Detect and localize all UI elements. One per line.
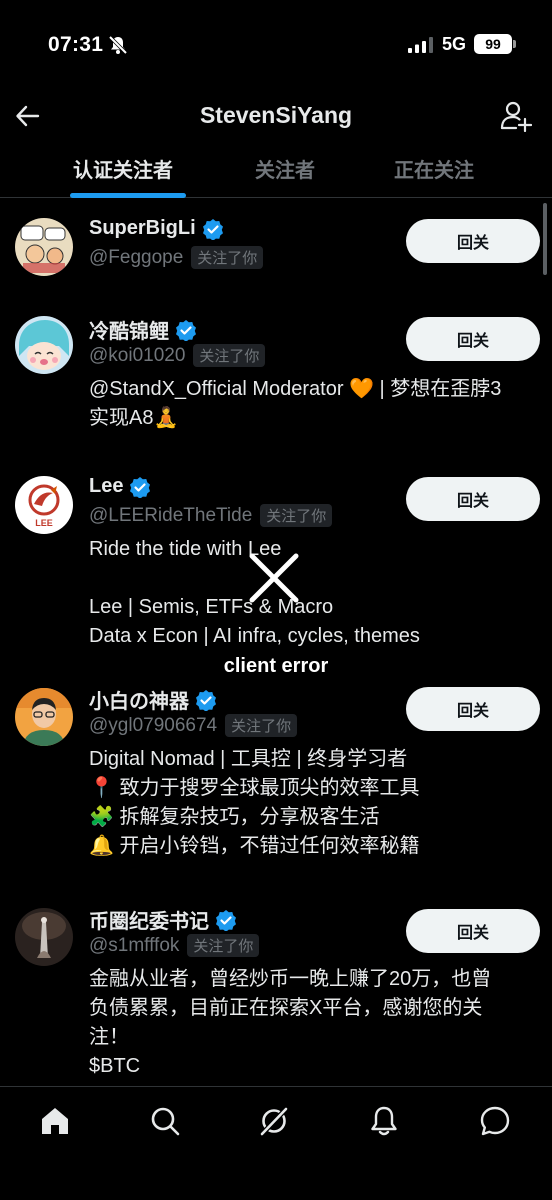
user-handle-row: @LEERideTheTide 关注了你 <box>89 504 333 527</box>
user-name-row: 小白の神器 <box>89 685 217 714</box>
status-time: 07:31 <box>48 33 104 56</box>
page-title: StevenSiYang <box>199 102 353 128</box>
follows-you-badge: 关注了你 <box>193 344 266 367</box>
verified-badge-icon <box>130 476 151 498</box>
verified-badge-icon <box>196 689 216 711</box>
user-name-row: Lee <box>89 475 151 498</box>
avatar[interactable] <box>15 688 73 746</box>
signal-icon <box>408 37 433 53</box>
follow-back-button[interactable]: 回关 <box>406 317 540 361</box>
scrollbar[interactable] <box>543 203 547 275</box>
network-type: 5G <box>442 34 467 54</box>
avatar[interactable] <box>15 908 73 966</box>
list-item[interactable]: 冷酷锦鲤 @koi01020 关注了你 @StandX_Official Mod… <box>0 299 552 459</box>
list-item[interactable]: SuperBigLi @Feggope 关注了你 回关 <box>0 199 552 299</box>
tab-following[interactable]: 正在关注 <box>394 154 474 183</box>
user-name: Lee <box>89 475 124 497</box>
grok-icon[interactable] <box>258 1105 290 1137</box>
tab-followers[interactable]: 关注者 <box>255 154 315 183</box>
add-user-icon[interactable] <box>500 100 532 132</box>
follow-back-button[interactable]: 回关 <box>406 909 540 953</box>
user-bio: Digital Nomad | 工具控 | 终身学习者 📍 致力于搜罗全球最顶尖… <box>89 748 420 857</box>
verified-badge-icon <box>176 319 196 341</box>
user-handle-row: @Feggope 关注了你 <box>89 246 264 269</box>
user-bio: Ride the tide with Lee Lee | Semis, ETFs… <box>89 538 420 647</box>
bottom-nav <box>0 1086 552 1200</box>
user-handle: @s1mfffok <box>89 934 180 956</box>
user-handle-row: @ygl07906674 关注了你 <box>89 714 298 737</box>
messages-icon[interactable] <box>479 1105 511 1137</box>
follow-back-button[interactable]: 回关 <box>406 477 540 521</box>
avatar[interactable] <box>15 218 73 276</box>
user-name: 小白の神器 <box>89 691 189 713</box>
user-name-row: 币圈纪委书记 <box>89 905 237 934</box>
list-item[interactable]: 币圈纪委书记 @s1mfffok 关注了你 金融从业者，曾经炒币一晚上赚了20万… <box>0 905 552 1085</box>
follows-you-badge: 关注了你 <box>260 504 333 527</box>
status-bar: 07:31 5G 99 <box>0 0 552 90</box>
user-name: 冷酷锦鲤 <box>89 321 169 343</box>
follower-tabs: 认证关注者 关注者 正在关注 <box>0 142 552 198</box>
home-icon[interactable] <box>39 1105 71 1137</box>
battery-cap <box>513 40 516 48</box>
user-name: 币圈纪委书记 <box>89 911 209 933</box>
verified-badge-icon <box>216 909 236 931</box>
top-header: StevenSiYang <box>0 90 552 142</box>
user-bio: @StandX_Official Moderator 🧡 | 梦想在歪脖3 实现… <box>89 378 502 429</box>
user-bio: 金融从业者，曾经炒币一晚上赚了20万，也曾 负债累累，目前正在探索X平台，感谢您… <box>89 968 492 1077</box>
list-item[interactable]: 小白の神器 @ygl07906674 关注了你 Digital Nomad | … <box>0 685 552 905</box>
user-name: SuperBigLi <box>89 217 196 239</box>
user-handle-row: @koi01020 关注了你 <box>89 344 266 367</box>
user-handle: @Feggope <box>89 246 184 268</box>
user-handle: @ygl07906674 <box>89 714 218 736</box>
error-message: client error <box>223 655 329 677</box>
bell-muted-icon <box>108 35 128 55</box>
avatar[interactable] <box>15 316 73 374</box>
svg-text:LEE: LEE <box>35 518 53 528</box>
follows-you-badge: 关注了你 <box>187 934 260 957</box>
notifications-icon[interactable] <box>368 1105 400 1137</box>
battery-indicator: 99 <box>474 34 512 54</box>
active-tab-indicator <box>70 193 186 198</box>
user-handle-row: @s1mfffok 关注了你 <box>89 934 260 957</box>
follow-back-button[interactable]: 回关 <box>406 219 540 263</box>
user-name-row: SuperBigLi <box>89 217 224 240</box>
search-icon[interactable] <box>149 1105 181 1137</box>
tab-verified-followers[interactable]: 认证关注者 <box>73 154 173 183</box>
follows-you-badge: 关注了你 <box>225 714 298 737</box>
error-x-icon <box>249 553 299 603</box>
user-name-row: 冷酷锦鲤 <box>89 315 197 344</box>
user-list: SuperBigLi @Feggope 关注了你 回关 冷酷锦鲤 @koi010… <box>0 199 552 1085</box>
follows-you-badge: 关注了你 <box>191 246 264 269</box>
user-handle: @LEERideTheTide <box>89 504 253 526</box>
user-handle: @koi01020 <box>89 344 186 366</box>
avatar[interactable]: LEE <box>15 476 73 534</box>
follow-back-button[interactable]: 回关 <box>406 687 540 731</box>
verified-badge-icon <box>202 218 223 240</box>
